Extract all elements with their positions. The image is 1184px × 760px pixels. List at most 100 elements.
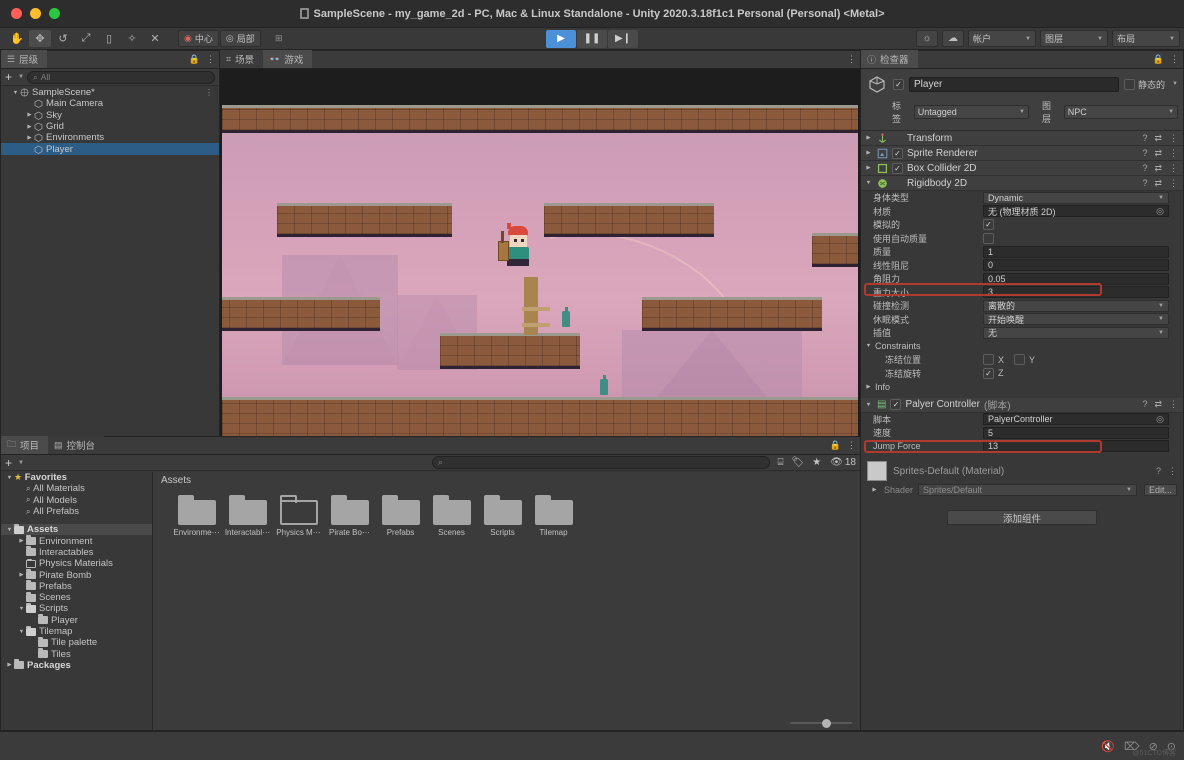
chevron-right-icon[interactable]: ▶ xyxy=(864,165,873,171)
asset-item[interactable]: Scenes xyxy=(426,495,477,537)
component-header-box-collider-2d[interactable]: ▶ ✓ Box Collider 2D? ⇄ ⋮ xyxy=(861,161,1183,176)
account-dropdown[interactable]: 帐户 ▼ xyxy=(968,30,1036,47)
kebab-menu-icon[interactable]: ⋮ xyxy=(1168,466,1177,477)
favorite-star-icon[interactable]: ★ xyxy=(812,457,821,468)
static-checkbox[interactable] xyxy=(1124,78,1136,90)
project-tree-item-tilepalette[interactable]: Tile palette xyxy=(1,636,152,648)
lock-icon[interactable]: 🔒 xyxy=(830,440,841,451)
shader-edit-button[interactable]: Edit... xyxy=(1143,484,1177,496)
tab-inspector[interactable]: ⓘ 检查器 xyxy=(861,50,918,68)
static-toggle-group[interactable]: 静态的 ▼ xyxy=(1124,78,1178,91)
hand-tool-button[interactable]: ✋ xyxy=(6,30,28,47)
move-tool-button[interactable]: ✥ xyxy=(29,30,51,47)
asset-item[interactable]: Tilemap xyxy=(528,495,579,537)
chevron-right-icon[interactable]: ▶ xyxy=(25,124,34,130)
rotate-tool-button[interactable]: ↺ xyxy=(52,30,74,47)
maximize-button[interactable] xyxy=(49,8,60,19)
project-tree-item-scenes[interactable]: Scenes xyxy=(1,591,152,603)
hierarchy-add-button[interactable]: + ▼ xyxy=(5,70,24,84)
rigidbody-dropdown[interactable]: 离散的 ▼ xyxy=(983,299,1169,312)
chevron-down-icon[interactable]: ▼ xyxy=(864,180,873,186)
project-tree-item-tilemap[interactable]: ▼ Tilemap xyxy=(1,625,152,637)
chevron-down-icon[interactable]: ▼ xyxy=(11,90,20,96)
object-picker-icon[interactable]: ◎ xyxy=(1156,414,1164,425)
mute-icon[interactable]: 🔇 xyxy=(1101,740,1115,753)
script-object-field[interactable]: PalyerController ◎ xyxy=(983,413,1169,426)
help-icon[interactable]: ? xyxy=(1156,466,1161,477)
play-button[interactable]: ▶ xyxy=(546,29,576,48)
preset-icon[interactable]: ⇄ xyxy=(1154,148,1162,159)
asset-item[interactable]: Interactabl··· xyxy=(222,495,273,537)
layers-dropdown[interactable]: 图层 ▼ xyxy=(1040,30,1108,47)
rigidbody-dropdown[interactable]: Dynamic ▼ xyxy=(983,191,1169,204)
script-text-field[interactable]: 13 xyxy=(983,440,1169,453)
chevron-right-icon[interactable]: ▶ xyxy=(864,135,873,141)
component-header-transform[interactable]: ▶ Transform? ⇄ ⋮ xyxy=(861,131,1183,146)
step-button[interactable]: ▶❙ xyxy=(608,29,638,48)
kebab-menu-icon[interactable]: ⋮ xyxy=(847,54,856,65)
project-tree-item-environment[interactable]: ▶ Environment xyxy=(1,535,152,547)
kebab-menu-icon[interactable]: ⋮ xyxy=(205,88,219,97)
kebab-menu-icon[interactable]: ⋮ xyxy=(1169,399,1178,410)
project-tree-item-tiles[interactable]: Tiles xyxy=(1,648,152,660)
game-render-area[interactable] xyxy=(220,69,860,493)
asset-item[interactable]: Physics M··· xyxy=(273,495,324,537)
project-tree-item-prefabs[interactable]: Prefabs xyxy=(1,580,152,592)
chevron-right-icon[interactable]: ▶ xyxy=(5,662,14,668)
project-tree-item-player[interactable]: Player xyxy=(1,614,152,626)
layer-dropdown[interactable]: NPC ▼ xyxy=(1063,105,1179,119)
hierarchy-item-sky[interactable]: ▶ Sky xyxy=(1,110,219,121)
project-tree-item-assets[interactable]: ▼ Assets xyxy=(1,523,152,536)
rigidbody-checkbox[interactable] xyxy=(983,232,994,244)
preset-icon[interactable]: ⇄ xyxy=(1154,163,1162,174)
chevron-right-icon[interactable]: ▶ xyxy=(864,150,873,156)
asset-item[interactable]: Prefabs xyxy=(375,495,426,537)
help-icon[interactable]: ? xyxy=(1142,178,1147,189)
freeze-position-x-checkbox[interactable] xyxy=(983,354,994,366)
gameobject-enabled-checkbox[interactable]: ✓ xyxy=(893,78,904,90)
tag-dropdown[interactable]: Untagged ▼ xyxy=(913,105,1029,119)
project-tree-item-interactables[interactable]: Interactables xyxy=(1,546,152,558)
shader-dropdown[interactable]: Sprites/Default ▼ xyxy=(918,484,1137,496)
handle-mode-button[interactable]: ◎ 局部 xyxy=(219,30,261,47)
search-by-label-icon[interactable]: 🏷 xyxy=(792,457,805,468)
project-tree-item-allmaterials[interactable]: ⌕ All Materials xyxy=(1,483,152,494)
chevron-down-icon[interactable]: ▼ xyxy=(17,629,26,635)
hierarchy-item-grid[interactable]: ▶ Grid xyxy=(1,121,219,132)
rigidbody-object-field[interactable]: 无 (物理材质 2D) ◎ xyxy=(983,205,1169,218)
asset-size-slider[interactable] xyxy=(790,718,852,728)
transform-tool-button[interactable]: ✧ xyxy=(121,30,143,47)
tab-project[interactable]: 🗀 项目 xyxy=(1,436,49,454)
services-icon[interactable]: ☼ xyxy=(916,30,938,47)
help-icon[interactable]: ? xyxy=(1142,163,1147,174)
object-picker-icon[interactable]: ◎ xyxy=(1156,206,1164,217)
rigidbody-text-field[interactable]: 0.05 xyxy=(983,272,1169,285)
kebab-menu-icon[interactable]: ⋮ xyxy=(1169,163,1178,174)
chevron-right-icon[interactable]: ▶ xyxy=(25,112,34,118)
pause-button[interactable]: ❚❚ xyxy=(577,29,607,48)
scale-tool-button[interactable]: ⤢ xyxy=(75,30,97,47)
project-tree-item-allmodels[interactable]: ⌕ All Models xyxy=(1,495,152,506)
chevron-right-icon[interactable]: ▶ xyxy=(25,135,34,141)
preset-icon[interactable]: ⇄ xyxy=(1154,133,1162,144)
asset-size-track[interactable] xyxy=(790,718,852,728)
freeze-rotation-z-checkbox[interactable]: ✓ xyxy=(983,367,994,379)
rigidbody-text-field[interactable]: 1 xyxy=(983,245,1169,258)
hierarchy-item-samplescene[interactable]: ▼ SampleScene* ⋮ xyxy=(1,87,219,98)
rigidbody-text-field[interactable]: 0 xyxy=(983,259,1169,272)
tab-game[interactable]: 👓 游戏 xyxy=(263,50,313,68)
tab-scene[interactable]: ⌗ 场景 xyxy=(220,50,264,68)
asset-item[interactable]: Environme··· xyxy=(171,495,222,537)
custom-tool-button[interactable]: ✕ xyxy=(144,30,166,47)
info-foldout[interactable]: ▶ Info xyxy=(861,380,1183,394)
minimize-button[interactable] xyxy=(30,8,41,19)
hierarchy-search-input[interactable]: ⌕ All xyxy=(26,70,215,84)
script-text-field[interactable]: 5 xyxy=(983,426,1169,439)
hierarchy-item-environments[interactable]: ▶ Environments xyxy=(1,132,219,143)
lock-icon[interactable]: 🔒 xyxy=(1153,54,1164,65)
project-search-input[interactable]: ⌕ xyxy=(431,456,770,469)
project-tree-item-favorites[interactable]: ▼ ★ Favorites xyxy=(1,472,152,483)
component-header-player-controller[interactable]: ▼ ▤ ✓ Palyer Controller (脚本) ? ⇄ ⋮ xyxy=(861,397,1183,413)
freeze-position-y-checkbox[interactable] xyxy=(1014,354,1026,366)
component-header-rigidbody-2d[interactable]: ▼ Rigidbody 2D? ⇄ ⋮ xyxy=(861,176,1183,191)
